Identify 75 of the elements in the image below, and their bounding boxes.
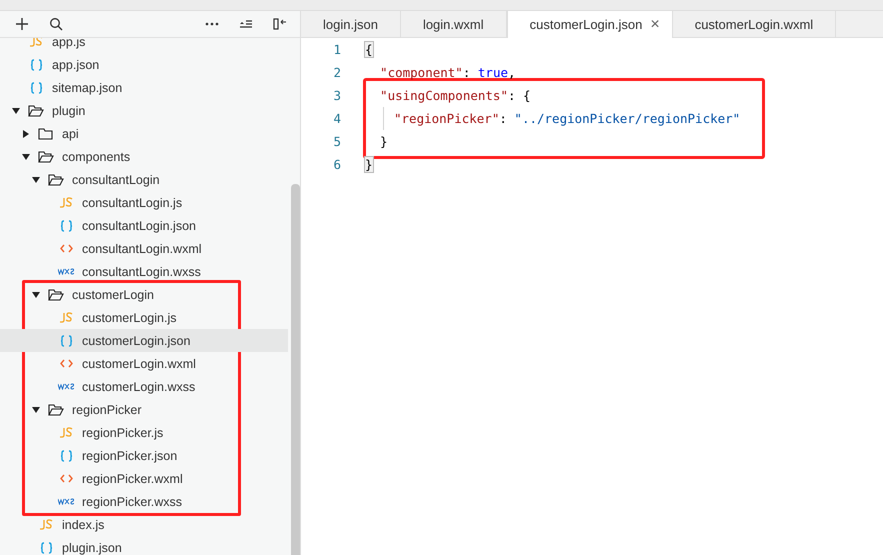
js-file-icon	[38, 519, 54, 530]
folder-row[interactable]: regionPicker	[0, 398, 288, 421]
file-row[interactable]: consultantLogin.wxml	[0, 237, 291, 260]
stylesheet-icon	[58, 498, 74, 505]
line-number: 5	[332, 134, 342, 149]
expanded-arrow-icon[interactable]	[32, 406, 40, 414]
file-row[interactable]: regionPicker.wxss	[0, 490, 288, 513]
line-number: 1	[332, 42, 342, 57]
folder-icon	[38, 127, 54, 140]
open-folder-icon	[48, 403, 64, 416]
folder-row[interactable]: api	[0, 122, 291, 145]
stylesheet-icon	[58, 268, 74, 275]
expanded-arrow-icon[interactable]	[12, 106, 20, 114]
stylesheet-icon	[58, 383, 74, 390]
code-brackets-icon	[58, 244, 74, 253]
hide-sidebar-button[interactable]	[272, 16, 288, 32]
file-row[interactable]: plugin.json	[0, 536, 291, 555]
file-row[interactable]: regionPicker.json	[0, 444, 288, 467]
line-number: 2	[332, 65, 342, 80]
code-line: "usingComponents": {	[379, 88, 531, 103]
line-number: 4	[332, 111, 342, 126]
file-row[interactable]: consultantLogin.js	[0, 191, 291, 214]
plus-icon	[15, 17, 29, 31]
file-row[interactable]: regionPicker.js	[0, 421, 288, 444]
open-folder-icon	[48, 173, 64, 186]
indent-guide	[383, 107, 384, 130]
braces-icon	[38, 542, 54, 554]
braces-icon	[28, 58, 44, 70]
braces-icon	[58, 334, 74, 346]
file-row[interactable]: app.json	[0, 53, 291, 76]
open-folder-icon	[38, 150, 54, 163]
file-row[interactable]: customerLogin.wxml	[0, 352, 288, 375]
close-tab-button[interactable]: ×	[650, 16, 660, 34]
search-icon	[49, 17, 63, 31]
scrollbar-thumb[interactable]	[291, 184, 300, 555]
add-button[interactable]	[14, 16, 30, 32]
open-folder-icon	[48, 288, 64, 301]
braces-icon	[58, 450, 74, 462]
file-row[interactable]: sitemap.json	[0, 76, 291, 99]
js-file-icon	[58, 197, 74, 208]
braces-icon	[28, 82, 44, 94]
file-row[interactable]: customerLogin.wxss	[0, 375, 288, 398]
file-row[interactable]: customerLogin.js	[0, 306, 288, 329]
collapse-lines-icon	[239, 19, 253, 29]
file-row[interactable]: consultantLogin.json	[0, 214, 291, 237]
code-line: }	[379, 134, 388, 149]
folder-row[interactable]: plugin	[0, 99, 291, 122]
code-brackets-icon	[58, 359, 74, 368]
file-row[interactable]: regionPicker.wxml	[0, 467, 288, 490]
js-file-icon	[58, 427, 74, 438]
expanded-arrow-icon[interactable]	[32, 290, 40, 298]
braces-icon	[58, 220, 74, 232]
more-icon	[205, 22, 219, 26]
line-number: 3	[332, 88, 342, 103]
line-number: 6	[332, 157, 342, 172]
code-brackets-icon	[58, 474, 74, 483]
folder-row[interactable]: customerLogin	[0, 283, 288, 306]
js-file-icon	[28, 38, 44, 47]
expanded-arrow-icon[interactable]	[22, 152, 30, 160]
folder-row[interactable]: components	[0, 145, 291, 168]
search-button[interactable]	[48, 16, 64, 32]
file-row[interactable]: consultantLogin.wxss	[0, 260, 291, 283]
editor-tab[interactable]: customerLogin.json ×	[506, 11, 673, 38]
code-line: "regionPicker": "../regionPicker/regionPicker"	[365, 107, 740, 130]
code-line: "component": true,	[379, 65, 516, 80]
file-row[interactable]: index.js	[0, 513, 291, 536]
file-row[interactable]: app.js	[0, 38, 291, 53]
panel-arrow-icon	[273, 17, 287, 31]
file-row[interactable]: customerLogin.json	[0, 329, 288, 352]
folder-row[interactable]: consultantLogin	[0, 168, 291, 191]
js-file-icon	[58, 312, 74, 323]
open-folder-icon	[28, 104, 44, 117]
expanded-arrow-icon[interactable]	[32, 176, 40, 184]
editor-tab[interactable]: customerLogin.wxml	[672, 11, 836, 37]
collapsed-arrow-icon[interactable]	[22, 130, 30, 138]
